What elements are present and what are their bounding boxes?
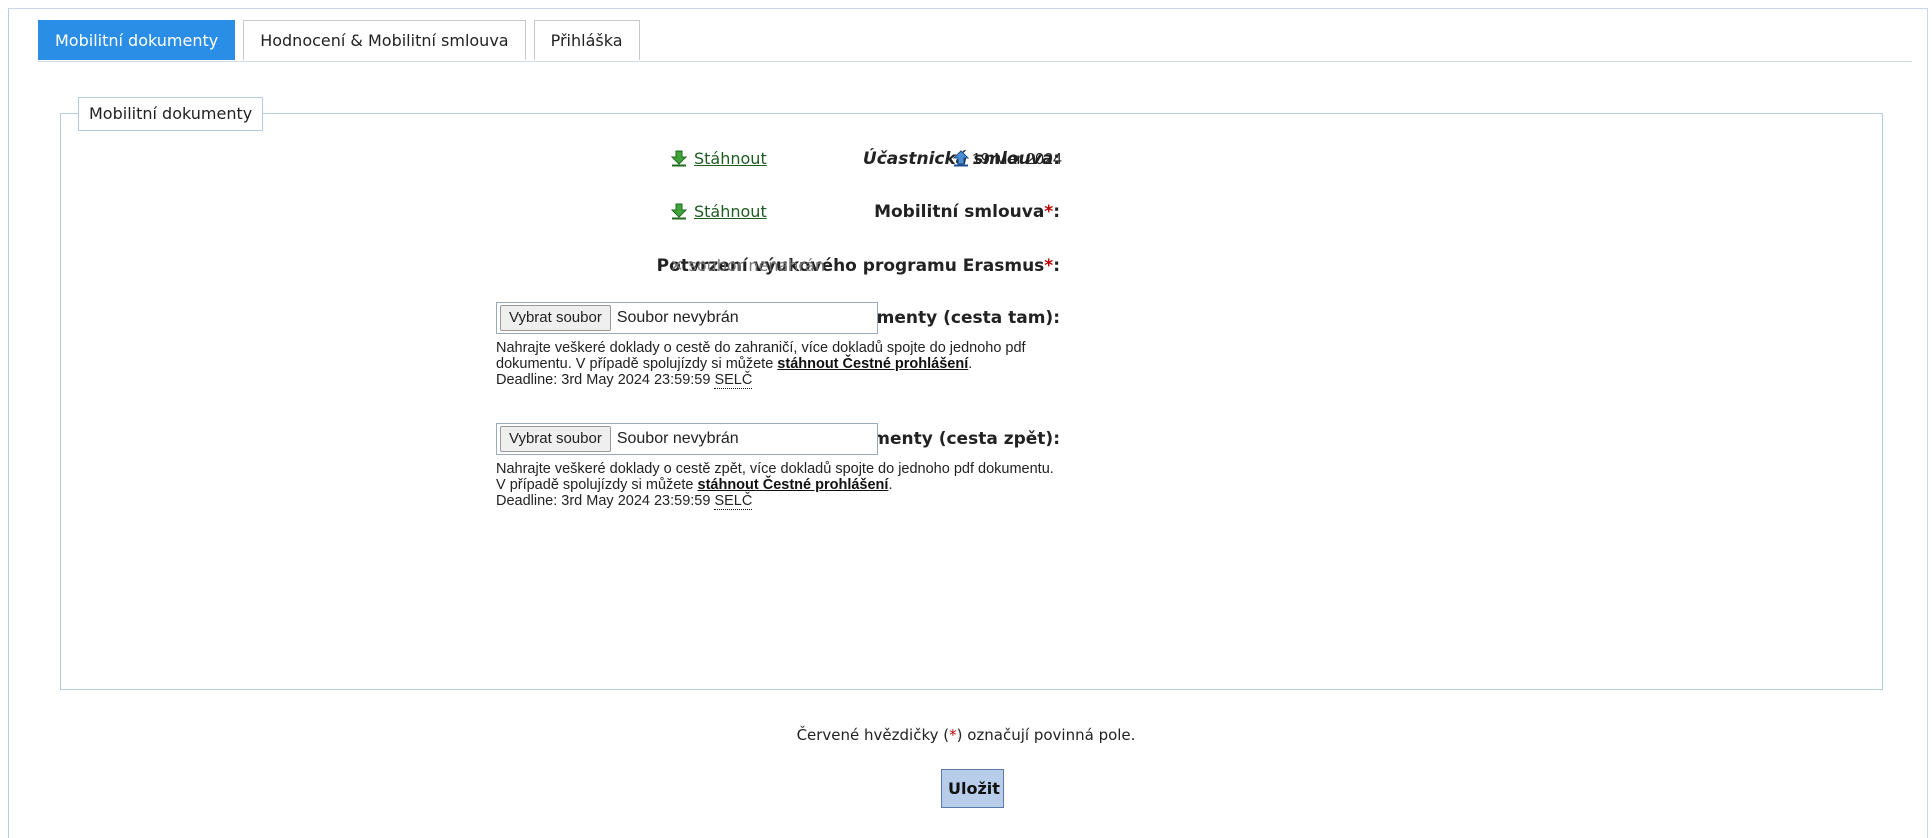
travel-to-deadline: Deadline: 3rd May 2024 23:59:59 bbox=[496, 372, 711, 388]
travel-to-value: Vybrat soubor Soubor nevybrán Nahrajte v… bbox=[496, 302, 1056, 389]
row-travel-documents-to: Cestovní dokumenty (cesta tam): Vybrat s… bbox=[60, 302, 1060, 402]
tab-divider bbox=[38, 61, 1912, 62]
row-mobility-agreement: Mobilitní smlouva*: Stáhnout bbox=[60, 202, 1060, 226]
travel-back-choose-file-button[interactable]: Vybrat soubor bbox=[500, 426, 611, 452]
travel-back-file-name: Soubor nevybrán bbox=[616, 430, 739, 447]
erasmus-status: ✕ soubor nenahrán bbox=[670, 256, 825, 275]
travel-back-value: Vybrat soubor Soubor nevybrán Nahrajte v… bbox=[496, 423, 1056, 510]
mobility-agreement-value: Stáhnout bbox=[670, 202, 767, 221]
tab-evaluation-mobility-agreement[interactable]: Hodnocení & Mobilitní smlouva bbox=[243, 20, 526, 60]
travel-to-timezone: SELČ bbox=[714, 372, 753, 389]
fieldset-legend: Mobilitní dokumenty bbox=[78, 97, 264, 131]
upload-arrow-icon bbox=[952, 150, 970, 167]
travel-to-declaration-link[interactable]: stáhnout Čestné prohlášení bbox=[777, 356, 968, 372]
save-button[interactable]: Uložit bbox=[941, 769, 1004, 808]
travel-back-help: Nahrajte veškeré doklady o cestě zpět, v… bbox=[496, 461, 1054, 510]
tab-mobility-documents[interactable]: Mobilitní dokumenty bbox=[38, 20, 236, 60]
row-erasmus-confirmation: Potvrzení výukového programu Erasmus*: ✕… bbox=[60, 256, 1060, 280]
mobility-agreement-download-link[interactable]: Stáhnout bbox=[694, 202, 767, 221]
travel-to-file-input[interactable]: Vybrat soubor Soubor nevybrán bbox=[496, 302, 878, 334]
travel-to-file-name: Soubor nevybrán bbox=[616, 309, 739, 326]
participant-upload-date: 19 Mar 2024 bbox=[952, 149, 1062, 169]
travel-back-timezone: SELČ bbox=[714, 493, 753, 510]
travel-to-choose-file-button[interactable]: Vybrat soubor bbox=[500, 305, 611, 331]
travel-back-declaration-link[interactable]: stáhnout Čestné prohlášení bbox=[698, 477, 889, 493]
travel-back-file-input[interactable]: Vybrat soubor Soubor nevybrán bbox=[496, 423, 878, 455]
participant-agreement-download-link[interactable]: Stáhnout bbox=[694, 149, 767, 168]
tab-bar: Mobilitní dokumenty Hodnocení & Mobilitn… bbox=[38, 20, 648, 62]
participant-agreement-value: Stáhnout bbox=[670, 149, 767, 168]
tab-application[interactable]: Přihláška bbox=[533, 20, 640, 60]
travel-to-help: Nahrajte veškeré doklady o cestě do zahr… bbox=[496, 340, 1026, 389]
required-fields-note: Červené hvězdičky (*) označují povinná p… bbox=[796, 726, 1136, 744]
travel-back-deadline: Deadline: 3rd May 2024 23:59:59 bbox=[496, 493, 711, 509]
row-participant-agreement: Účastnická smlouva: Stáhnout bbox=[60, 149, 1060, 173]
download-arrow-icon bbox=[670, 203, 688, 220]
download-arrow-icon bbox=[670, 150, 688, 167]
row-travel-documents-back: Cestovní dokumenty (cesta zpět): Vybrat … bbox=[60, 423, 1060, 523]
